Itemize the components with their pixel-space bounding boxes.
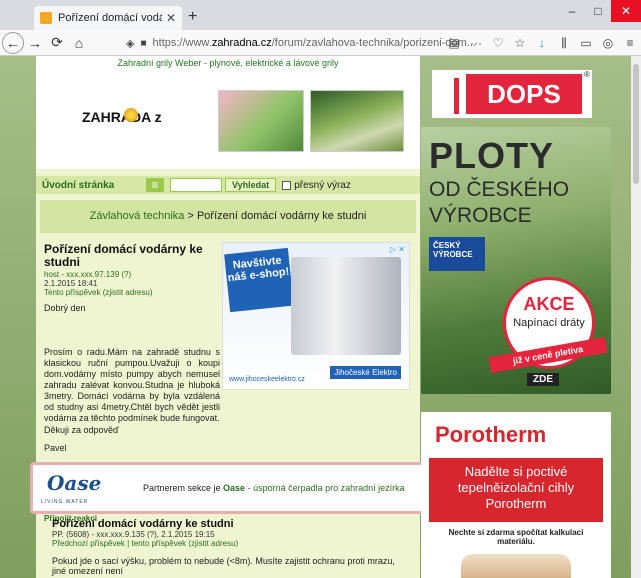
eshop-brand: Jihočeské Elektro <box>330 366 401 379</box>
breadcrumb-separator: > <box>184 210 197 222</box>
post-thanks: Děkuji za odpověď <box>44 425 119 435</box>
reply-body: Pokud jde o sací výšku, problém to nebud… <box>52 556 395 566</box>
dops-logo: DOPS <box>466 74 582 114</box>
adchoices-icon[interactable]: ▷ ✕ <box>390 245 405 254</box>
ploty-ad[interactable]: PLOTY OD ČESKÉHO VÝROBCE ČESKÝ VÝROBCE A… <box>421 127 611 394</box>
reader-view-icon[interactable]: ▤ <box>443 36 465 50</box>
czech-maker-badge: ČESKÝ VÝROBCE <box>429 237 485 271</box>
partner-banner[interactable]: Oase LIVING WATER Partnerem sekce je Oas… <box>30 462 428 514</box>
post-permalink[interactable]: Tento příspěvek (zjistit adresu) <box>44 288 216 297</box>
reply-meta: PP. (5608) - xxx.xxx.9.135 (?), 2.1.2015… <box>52 530 215 539</box>
dops-registered: ® <box>584 70 590 79</box>
new-tab-button[interactable]: + <box>188 8 197 26</box>
partner-name[interactable]: Oase <box>223 483 245 493</box>
navigation-bar: ← → ⟳ ⌂ ◈ ■ https://www.zahradna.cz/foru… <box>0 30 641 56</box>
shield-icon[interactable]: ◈ <box>126 37 134 50</box>
tab-bar: Pořízení domácí vodárny ke stu ✕ + – □ ✕ <box>0 0 641 30</box>
reply-author[interactable]: PP. (5608) <box>52 530 89 539</box>
logo-flower-icon <box>124 108 138 122</box>
post-date: 2.1.2015 18:41 <box>44 279 98 288</box>
browser-tab[interactable]: Pořízení domácí vodárny ke stu ✕ <box>34 6 182 30</box>
promo-cta[interactable]: ZDE <box>527 373 559 386</box>
promo-subtitle: Napínací dráty <box>513 317 585 329</box>
appliances-image <box>291 257 401 355</box>
reply-permalink[interactable]: tento příspěvek (zjistit adresu) <box>131 539 238 548</box>
dops-ad[interactable]: DOPS ® <box>432 70 592 118</box>
porotherm-ad[interactable]: Porotherm Nadělte si poctivé tepelněizol… <box>421 412 611 578</box>
porotherm-image <box>461 554 571 578</box>
sidebar-icon[interactable]: ▭ <box>575 36 597 50</box>
reload-icon[interactable]: ⟳ <box>46 34 68 51</box>
library-icon[interactable]: ⫼ <box>553 36 575 51</box>
reply-body-tail: jiné omezení není <box>52 566 124 576</box>
eshop-url: www.jihoceskeelektro.cz <box>229 376 305 383</box>
back-icon[interactable]: ← <box>2 31 24 54</box>
header-image-flowers <box>218 90 304 152</box>
favicon-icon <box>40 12 52 24</box>
maximize-icon[interactable]: □ <box>585 0 611 22</box>
window-controls: – □ ✕ <box>559 0 641 22</box>
forum-post-reply: Pořízení domácí vodárny ke studni PP. (5… <box>52 518 412 576</box>
dops-stripe <box>454 78 459 114</box>
porotherm-slogan: Nadělte si poctivé tepelněizolační cihly… <box>429 458 603 522</box>
close-tab-icon[interactable]: ✕ <box>166 11 176 25</box>
partner-text: Partnerem sekce je Oase - úsporná čerpad… <box>143 483 405 493</box>
post-title: Pořízení domácí vodárny ke studni <box>44 242 203 269</box>
extension-icon[interactable]: ◎ <box>597 36 619 50</box>
oase-logo-sub: LIVING WATER <box>41 499 89 505</box>
forum-post-first: Pořízení domácí vodárny ke studni host -… <box>44 242 220 524</box>
page-content: Zahradní grily Weber - plynové, elektric… <box>0 56 641 578</box>
scrollbar[interactable] <box>631 56 641 578</box>
menu-icon[interactable]: ≡ <box>619 36 641 50</box>
post-body: Prosím o radu.Mám na zahradě studnu s kl… <box>44 347 220 423</box>
search-input[interactable] <box>170 178 222 192</box>
more-actions-icon[interactable]: ··· <box>465 36 487 50</box>
reply-links: Předchozí příspěvek | tento příspěvek (z… <box>52 539 239 548</box>
search-button[interactable]: Vyhledat <box>225 178 277 192</box>
minimize-icon[interactable]: – <box>559 0 585 22</box>
site-logo[interactable]: ZAHRADA z <box>82 109 162 125</box>
tab-title: Pořízení domácí vodárny ke stu <box>58 12 162 24</box>
bookmark-star-icon[interactable]: ☆ <box>509 36 531 50</box>
exact-match-label: přesný výraz <box>294 179 351 191</box>
home-link[interactable]: Úvodní stránka <box>42 180 146 191</box>
promo-title: AKCE <box>523 294 575 314</box>
pocket-icon[interactable]: ♡ <box>487 36 509 50</box>
porotherm-cta: Nechte si zdarma spočítat kalkulaci mate… <box>448 528 584 546</box>
breadcrumb: Závlahová technika > Pořízení domácí vod… <box>40 200 416 233</box>
exact-match-checkbox[interactable] <box>282 180 292 190</box>
window-close-icon[interactable]: ✕ <box>611 0 641 22</box>
home-icon[interactable]: ⌂ <box>68 35 90 51</box>
eshop-ad[interactable]: ▷ ✕ Navštivte náš e-shop! Jihočeské Elek… <box>222 242 410 390</box>
menu-bar: Úvodní stránka ≡ Vyhledat přesný výraz <box>36 176 420 194</box>
header-image-garden <box>310 90 404 152</box>
download-icon[interactable]: ↓ <box>531 36 553 50</box>
porotherm-logo: Porotherm <box>435 422 547 447</box>
post-signature: Pavel <box>44 443 67 453</box>
ploty-subtitle: OD ČESKÉHO VÝROBCE <box>429 178 570 227</box>
reply-title: Pořízení domácí vodárny ke studni <box>52 518 234 530</box>
previous-post-link[interactable]: Předchozí příspěvek <box>52 539 125 548</box>
post-greeting: Dobrý den <box>44 303 86 313</box>
ploty-title: PLOTY <box>429 135 555 176</box>
breadcrumb-section[interactable]: Závlahová technika <box>90 210 185 222</box>
top-promo-link[interactable]: Zahradní grily Weber - plynové, elektric… <box>36 58 420 68</box>
breadcrumb-current: Pořízení domácí vodárny ke studni <box>196 210 367 222</box>
menu-toggle-icon[interactable]: ≡ <box>146 178 164 192</box>
eshop-badge: Navštivte náš e-shop! <box>224 247 294 313</box>
scrollbar-thumb[interactable] <box>633 64 639 184</box>
forward-icon[interactable]: → <box>24 35 46 51</box>
toolbar-right: ▤ ··· ♡ ☆ ↓ ⫼ ▭ ◎ ≡ <box>443 30 641 56</box>
post-author[interactable]: host - xxx.xxx.97.139 (?) <box>44 270 216 279</box>
lock-icon[interactable]: ■ <box>140 38 146 49</box>
